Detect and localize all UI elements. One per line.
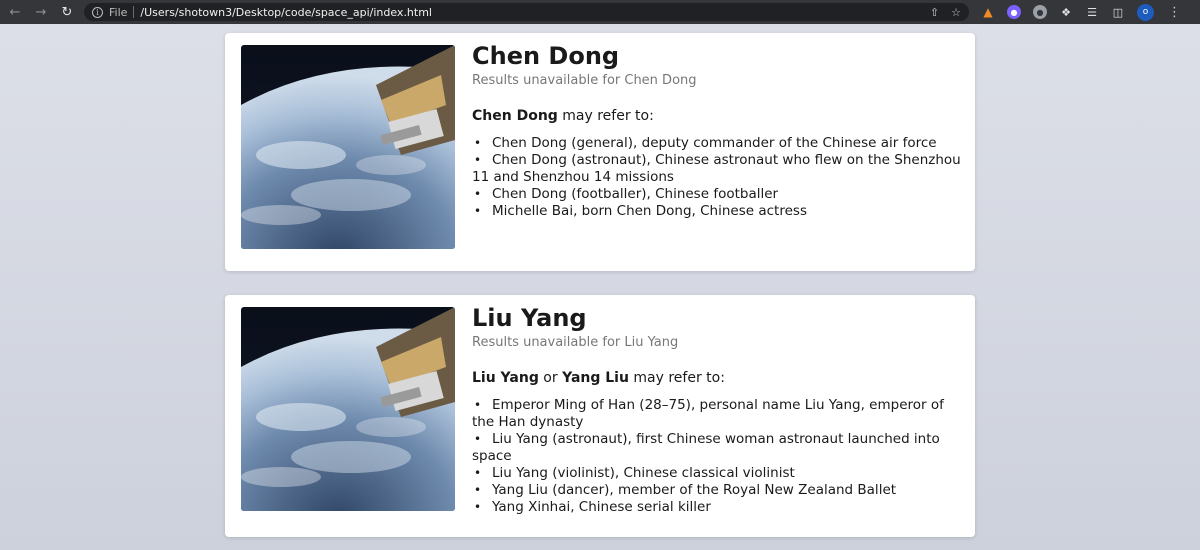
list-item: • Emperor Ming of Han (28–75), personal n… (472, 397, 944, 430)
address-bar[interactable]: i File /Users/shotown3/Desktop/code/spac… (84, 3, 969, 21)
file-label: File (109, 5, 128, 19)
intro-text: or (538, 370, 563, 386)
bookmark-star-icon[interactable]: ☆ (951, 6, 961, 19)
space-station-image (241, 307, 455, 511)
card-subtitle: Results unavailable for Liu Yang (472, 335, 679, 350)
intro-bold-name: Liu Yang (472, 370, 539, 386)
intro-text: may refer to: (557, 108, 654, 124)
card-title: Chen Dong (472, 42, 620, 70)
list-item: • Michelle Bai, born Chen Dong, Chinese a… (474, 203, 807, 219)
intro-bold-name: Yang Liu (562, 370, 629, 386)
forward-arrow-icon[interactable]: → (30, 1, 52, 23)
back-arrow-icon[interactable]: ← (4, 1, 26, 23)
info-icon[interactable]: i (92, 6, 103, 18)
extensions-puzzle-icon[interactable]: ❖ (1059, 5, 1073, 19)
divider (133, 6, 135, 18)
list-item: • Liu Yang (violinist), Chinese classical… (474, 465, 795, 481)
reload-icon[interactable]: ↻ (56, 1, 78, 23)
list-item: • Chen Dong (astronaut), Chinese astronau… (472, 152, 961, 185)
list-item: • Chen Dong (footballer), Chinese footbal… (474, 186, 779, 202)
side-panel-icon[interactable]: ◫ (1111, 5, 1125, 19)
space-station-image (241, 45, 455, 249)
astronaut-card: Liu Yang Results unavailable for Liu Yan… (225, 295, 975, 537)
metamask-fox-icon[interactable]: ▲ (981, 5, 995, 19)
browser-toolbar: ← → ↻ i File /Users/shotown3/Desktop/cod… (0, 0, 1200, 24)
extension-circle-icon[interactable]: ● (1033, 5, 1047, 19)
url-text[interactable]: /Users/shotown3/Desktop/code/space_api/i… (140, 6, 432, 19)
card-subtitle: Results unavailable for Chen Dong (472, 73, 697, 88)
menu-dots-icon[interactable]: ⋮ (1168, 5, 1181, 20)
share-icon[interactable]: ⇧ (930, 6, 939, 19)
intro-bold-name: Chen Dong (472, 108, 558, 124)
disambiguation-list: • Chen Dong (general), deputy commander o… (472, 135, 962, 220)
list-item: • Liu Yang (astronaut), first Chinese wom… (472, 431, 940, 464)
card-intro: Chen Dong may refer to: (472, 107, 962, 125)
list-item: • Yang Xinhai, Chinese serial killer (474, 499, 711, 515)
disambiguation-list: • Emperor Ming of Han (28–75), personal n… (472, 397, 962, 516)
card-intro: Liu Yang or Yang Liu may refer to: (472, 369, 962, 387)
intro-text: may refer to: (628, 370, 725, 386)
list-item: • Chen Dong (general), deputy commander o… (474, 135, 937, 151)
list-item: • Yang Liu (dancer), member of the Royal … (474, 482, 897, 498)
astronaut-card: Chen Dong Results unavailable for Chen D… (225, 33, 975, 271)
card-title: Liu Yang (472, 304, 587, 332)
media-queue-icon[interactable]: ☰ (1085, 5, 1099, 19)
extension-eye-icon[interactable]: ● (1007, 5, 1021, 19)
profile-avatar[interactable]: o (1137, 3, 1154, 21)
